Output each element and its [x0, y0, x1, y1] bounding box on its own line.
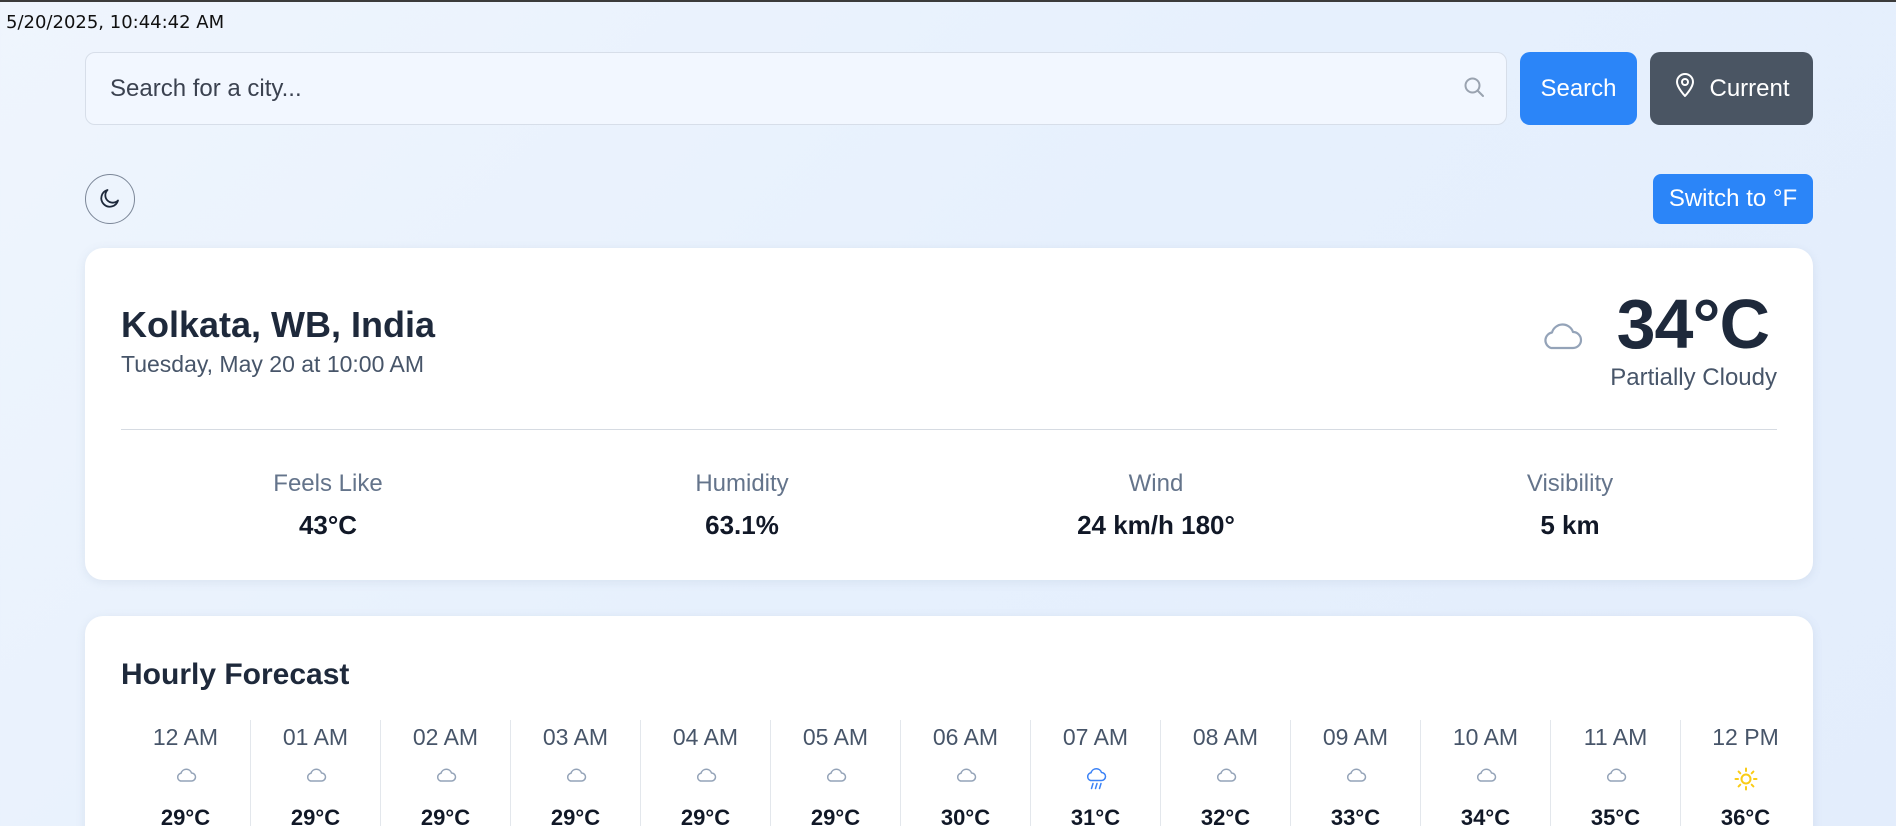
stat-wind: Wind 24 km/h 180°	[949, 470, 1363, 541]
cloud-icon	[381, 767, 510, 791]
hourly-forecast-item: 08 AM 32°C	[1161, 720, 1291, 826]
hour-temperature: 29°C	[160, 805, 211, 826]
timestamp: 5/20/2025, 10:44:42 AM	[6, 12, 225, 33]
moon-icon	[98, 186, 122, 213]
hourly-forecast-item: 02 AM 29°C	[381, 720, 511, 826]
search-box[interactable]	[85, 52, 1507, 125]
cloud-icon	[251, 767, 380, 791]
search-button-label: Search	[1540, 74, 1617, 102]
hour-time: 12 PM	[1712, 724, 1777, 750]
hour-temperature: 29°C	[290, 805, 341, 826]
hour-time: 08 AM	[1192, 724, 1259, 750]
hour-temperature: 29°C	[420, 805, 471, 826]
hour-temperature: 33°C	[1330, 805, 1381, 826]
hour-time: 12 AM	[152, 724, 219, 750]
cloud-icon	[1421, 767, 1550, 791]
weather-stats: Feels Like 43°C Humidity 63.1% Wind 24 k…	[121, 470, 1777, 541]
hourly-forecast-item: 04 AM 29°C	[641, 720, 771, 826]
hour-temperature: 34°C	[1460, 805, 1511, 826]
current-weather-card: Kolkata, WB, India Tuesday, May 20 at 10…	[85, 248, 1813, 580]
search-input[interactable]	[110, 74, 1482, 103]
stat-value: 5 km	[1540, 510, 1600, 540]
hourly-forecast-item: 01 AM 29°C	[251, 720, 381, 826]
search-button[interactable]: Search	[1520, 52, 1637, 125]
cloud-icon	[1551, 767, 1680, 791]
cloud-icon	[641, 767, 770, 791]
stat-label: Feels Like	[273, 470, 383, 497]
current-button-label: Current	[1709, 74, 1790, 102]
hour-temperature: 29°C	[810, 805, 861, 826]
hourly-forecast-item: 09 AM 33°C	[1291, 720, 1421, 826]
hourly-forecast-item: 05 AM 29°C	[771, 720, 901, 826]
hour-time: 05 AM	[802, 724, 869, 750]
cloud-icon	[1540, 320, 1584, 357]
hourly-forecast-item: 03 AM 29°C	[511, 720, 641, 826]
hour-temperature: 32°C	[1200, 805, 1251, 826]
rain-cloud-icon	[1031, 767, 1160, 791]
hourly-forecast-card: Hourly Forecast 12 AM 29°C 01 AM 29°C 02 AM 2…	[85, 616, 1813, 826]
sun-icon	[1681, 767, 1777, 791]
search-icon[interactable]	[1462, 75, 1486, 104]
hourly-forecast-item: 12 PM 36°C	[1681, 720, 1777, 826]
stat-value: 24 km/h 180°	[1077, 510, 1235, 540]
cloud-icon	[771, 767, 900, 791]
stat-visibility: Visibility 5 km	[1363, 470, 1777, 541]
hour-time: 07 AM	[1062, 724, 1129, 750]
cloud-icon	[511, 767, 640, 791]
hour-temperature: 31°C	[1070, 805, 1121, 826]
divider	[121, 429, 1777, 430]
current-location-button[interactable]: Current	[1650, 52, 1813, 125]
location-title: Kolkata, WB, India	[121, 304, 436, 345]
stat-humidity: Humidity 63.1%	[535, 470, 949, 541]
hour-temperature: 29°C	[550, 805, 601, 826]
stat-value: 63.1%	[705, 510, 779, 540]
hour-time: 06 AM	[932, 724, 999, 750]
hourly-forecast-item: 07 AM 31°C	[1031, 720, 1161, 826]
cloud-icon	[1291, 767, 1420, 791]
hour-time: 03 AM	[542, 724, 609, 750]
hour-temperature: 30°C	[940, 805, 991, 826]
stat-value: 43°C	[298, 510, 358, 540]
hour-temperature: 35°C	[1590, 805, 1641, 826]
hour-time: 02 AM	[412, 724, 479, 750]
hourly-forecast-item: 06 AM 30°C	[901, 720, 1031, 826]
stat-label: Wind	[1128, 470, 1184, 497]
hour-time: 04 AM	[672, 724, 739, 750]
hour-time: 11 AM	[1583, 724, 1648, 750]
cloud-icon	[901, 767, 1030, 791]
hour-time: 09 AM	[1322, 724, 1389, 750]
hourly-forecast-item: 10 AM 34°C	[1421, 720, 1551, 826]
stat-label: Visibility	[1526, 470, 1614, 497]
unit-toggle-label: Switch to °F	[1668, 185, 1798, 212]
stat-feels-like: Feels Like 43°C	[121, 470, 535, 541]
hour-temperature: 29°C	[680, 805, 731, 826]
cloud-icon	[1161, 767, 1290, 791]
hour-temperature: 36°C	[1720, 805, 1771, 826]
hourly-forecast-item: 12 AM 29°C	[121, 720, 251, 826]
cloud-icon	[121, 767, 250, 791]
current-temperature: 34°C	[1616, 285, 1770, 363]
location-datetime: Tuesday, May 20 at 10:00 AM	[121, 351, 424, 377]
hour-time: 10 AM	[1452, 724, 1519, 750]
stat-label: Humidity	[695, 470, 789, 497]
hourly-forecast-item: 11 AM 35°C	[1551, 720, 1681, 826]
forecast-title: Hourly Forecast	[121, 658, 350, 691]
location-pin-icon	[1673, 72, 1697, 105]
hour-time: 01 AM	[282, 724, 349, 750]
current-condition: Partially Cloudy	[1610, 364, 1777, 391]
hourly-forecast-list[interactable]: 12 AM 29°C 01 AM 29°C 02 AM 29°C 03 AM 29°C 04 A…	[121, 720, 1777, 826]
theme-toggle-button[interactable]	[85, 174, 135, 224]
unit-toggle-button[interactable]: Switch to °F	[1653, 174, 1813, 224]
